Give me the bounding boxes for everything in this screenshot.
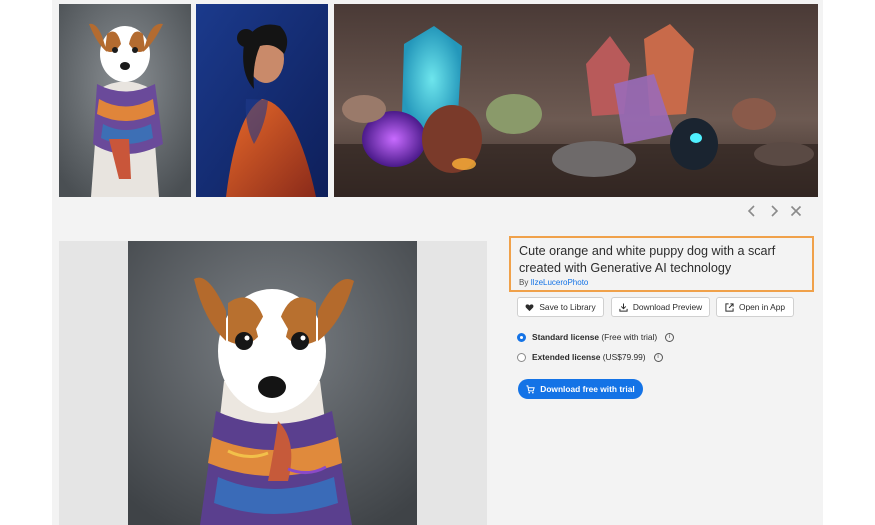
extended-license-detail: (US$79.99) [602, 352, 646, 362]
extended-license-text: Extended license (US$79.99) [532, 352, 646, 362]
author-link[interactable]: IlzeLuceroPhoto [531, 278, 589, 287]
byline-prefix: By [519, 278, 531, 287]
save-to-library-button[interactable]: Save to Library [517, 297, 604, 317]
asset-preview [59, 241, 487, 525]
download-preview-button[interactable]: Download Preview [611, 297, 710, 317]
standard-license-name: Standard license [532, 332, 600, 342]
download-free-trial-label: Download free with trial [540, 384, 635, 394]
download-free-trial-button[interactable]: Download free with trial [518, 379, 643, 399]
chevron-left-icon [747, 205, 755, 217]
puppy-preview-image [128, 241, 417, 525]
close-button[interactable] [788, 203, 804, 219]
open-in-app-button[interactable]: Open in App [716, 297, 794, 317]
standard-license-option[interactable]: Standard license (Free with trial) i [517, 330, 675, 344]
stock-asset-page: Cute orange and white puppy dog with a s… [0, 0, 875, 525]
crystals-thumbnail[interactable] [334, 4, 818, 197]
open-in-app-icon [725, 302, 734, 312]
next-button[interactable] [766, 203, 782, 219]
save-to-library-label: Save to Library [539, 302, 596, 312]
asset-title-box: Cute orange and white puppy dog with a s… [509, 236, 814, 292]
download-preview-label: Download Preview [632, 302, 703, 312]
info-icon[interactable]: i [665, 332, 675, 342]
info-icon[interactable]: i [653, 352, 663, 362]
asset-byline: By IlzeLuceroPhoto [519, 278, 804, 287]
open-in-app-label: Open in App [738, 302, 786, 312]
extended-license-name: Extended license [532, 352, 601, 362]
standard-license-text: Standard license (Free with trial) [532, 332, 657, 342]
extended-license-radio[interactable] [517, 352, 526, 362]
close-icon [790, 205, 802, 217]
standard-license-detail: (Free with trial) [601, 332, 658, 342]
previous-button[interactable] [744, 203, 760, 219]
woman-thumbnail[interactable] [196, 4, 328, 197]
puppy-thumbnail[interactable] [59, 4, 191, 197]
asset-title: Cute orange and white puppy dog with a s… [519, 244, 776, 275]
chevron-right-icon [771, 205, 779, 217]
standard-license-radio[interactable] [517, 332, 526, 342]
heart-icon [525, 303, 534, 311]
cart-icon [526, 384, 536, 393]
extended-license-option[interactable]: Extended license (US$79.99) i [517, 350, 663, 364]
download-icon [619, 302, 628, 312]
